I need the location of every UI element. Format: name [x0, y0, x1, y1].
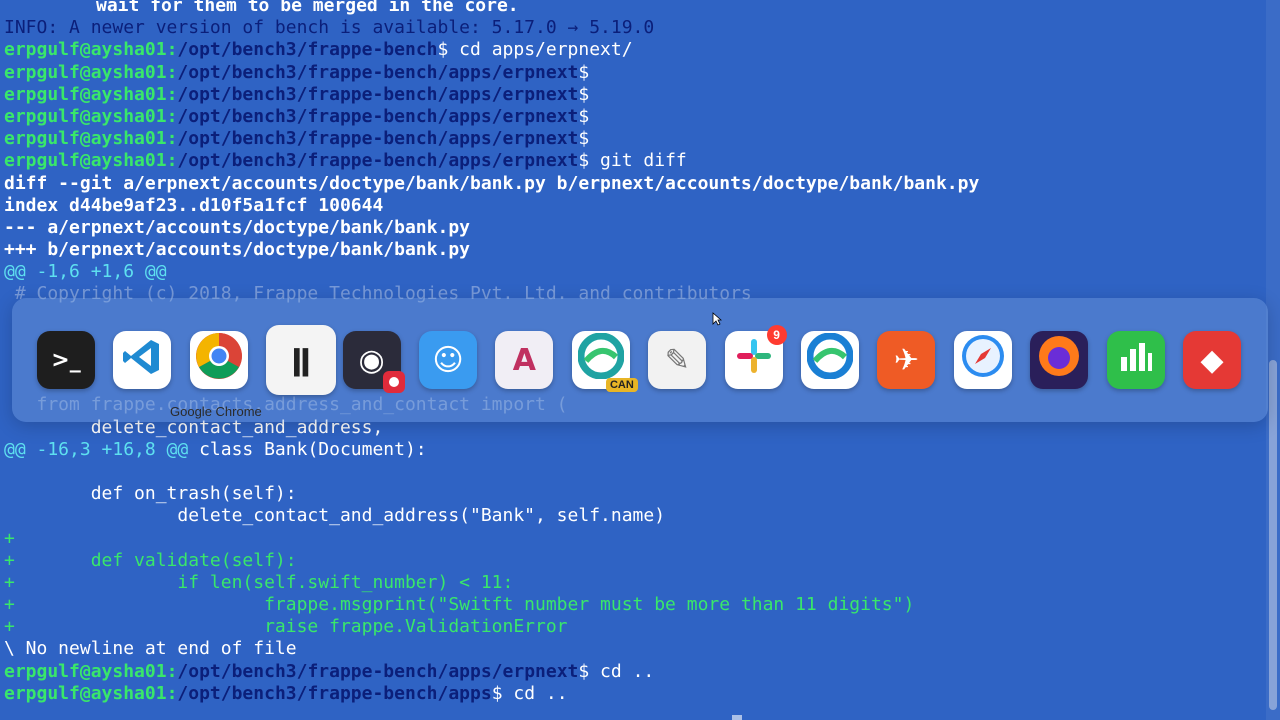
postman-icon: ✈	[893, 342, 919, 378]
prompt-line: erpgulf@aysha01:/opt/bench3/frappe-bench…	[4, 83, 590, 105]
scrollbar[interactable]	[1266, 0, 1280, 720]
safari-icon	[960, 333, 1006, 387]
prompt-line: erpgulf@aysha01:/opt/bench3/frappe-bench…	[4, 61, 590, 83]
diff-hunk: @@ -16,3 +16,8 @@ class Bank(Document):	[4, 438, 427, 460]
chrome-icon	[194, 331, 244, 389]
prompt-line: erpgulf@aysha01:/opt/bench3/frappe-bench…	[4, 128, 590, 150]
firefox-icon	[1036, 333, 1082, 387]
diff-no-newline: \ No newline at end of file	[4, 638, 297, 660]
mouse-pointer-icon	[712, 312, 722, 326]
prompt-line: erpgulf@aysha01:/opt/bench3/frappe-bench…	[4, 105, 590, 127]
dock-item-textedit[interactable]: ✎	[648, 331, 707, 389]
vscode-icon	[121, 336, 163, 384]
dock-tooltip-label: Google Chrome	[170, 404, 262, 419]
diff-added: + def validate(self):	[4, 549, 297, 571]
prompt-line: erpgulf@aysha01:/opt/bench3/frappe-bench…	[4, 150, 687, 172]
dock-item-tie[interactable]: ǁ	[266, 325, 337, 395]
diff-context: delete_contact_and_address("Bank", self.…	[4, 505, 666, 527]
prompt-line: erpgulf@aysha01:/opt/bench3/frappe-bench…	[4, 682, 568, 704]
dock-item-finder[interactable]: ☺	[419, 331, 477, 389]
diff-minus-file: --- a/erpnext/accounts/doctype/bank/bank…	[4, 216, 470, 238]
terminal-line: wait for them to be merged in the core.	[96, 0, 519, 16]
dock-item-edge-canary[interactable]: CAN	[571, 331, 638, 392]
info-line: INFO: A newer version of bench is availa…	[4, 17, 655, 39]
diff-added: + raise frappe.ValidationError	[4, 616, 568, 638]
dock-item-terminal[interactable]: >_	[37, 331, 95, 389]
text-caret	[732, 715, 742, 720]
prompt-user: erpgulf@aysha01	[4, 39, 167, 61]
diff-added: + if len(self.swift_number) < 11:	[4, 571, 514, 593]
dock-item-postman[interactable]: ✈	[877, 331, 936, 389]
dock-item-affinity[interactable]: A	[495, 331, 554, 389]
dock-item-firefox[interactable]	[1030, 331, 1089, 389]
dock-item-edge[interactable]	[801, 331, 859, 389]
diff-index: index d44be9af23..d10f5a1fcf 100644	[4, 194, 384, 216]
diff-added: + frappe.msgprint("Switft number must be…	[4, 594, 915, 616]
diff-added: +	[4, 527, 15, 549]
diff-blank	[4, 461, 979, 483]
canary-tag: CAN	[605, 378, 638, 392]
edge-icon	[806, 332, 854, 387]
numbers-icon	[1117, 337, 1155, 383]
obs-icon: ◉	[358, 342, 385, 378]
diff-hunk: @@ -1,6 +1,6 @@	[4, 261, 167, 283]
slack-icon	[734, 336, 774, 384]
dock-item-obs[interactable]: ◉	[342, 331, 405, 393]
dock-item-chrome[interactable]	[189, 331, 248, 389]
prompt-line: erpgulf@aysha01:/opt/bench3/frappe-bench…	[4, 39, 633, 61]
textedit-icon: ✎	[664, 342, 690, 378]
dock-item-slack[interactable]: 9	[724, 325, 787, 389]
diff-context: def on_trash(self):	[4, 483, 297, 505]
diff-header: diff --git a/erpnext/accounts/doctype/ba…	[4, 172, 980, 194]
scrollbar-thumb[interactable]	[1269, 360, 1277, 710]
dock-item-numbers[interactable]	[1106, 331, 1165, 389]
dock-item-safari[interactable]	[953, 331, 1012, 389]
affinity-icon: A	[512, 342, 536, 378]
finder-icon: ☺	[432, 342, 464, 378]
dock-item-anydesk[interactable]: ◆	[1183, 331, 1241, 389]
terminal-icon: >_	[51, 347, 81, 373]
prompt-line: erpgulf@aysha01:/opt/bench3/frappe-bench…	[4, 660, 655, 682]
dock-item-vscode[interactable]	[113, 331, 172, 389]
notification-badge: 9	[766, 325, 787, 345]
tie-icon: ǁ	[291, 342, 312, 378]
anydesk-icon: ◆	[1200, 342, 1224, 378]
diff-plus-file: +++ b/erpnext/accounts/doctype/bank/bank…	[4, 239, 470, 261]
recording-indicator-icon	[382, 371, 405, 393]
dock: >_ ǁ ◉ ☺ A CAN ✎ 9 ✈ ◆ Google Chrome	[12, 298, 1268, 422]
